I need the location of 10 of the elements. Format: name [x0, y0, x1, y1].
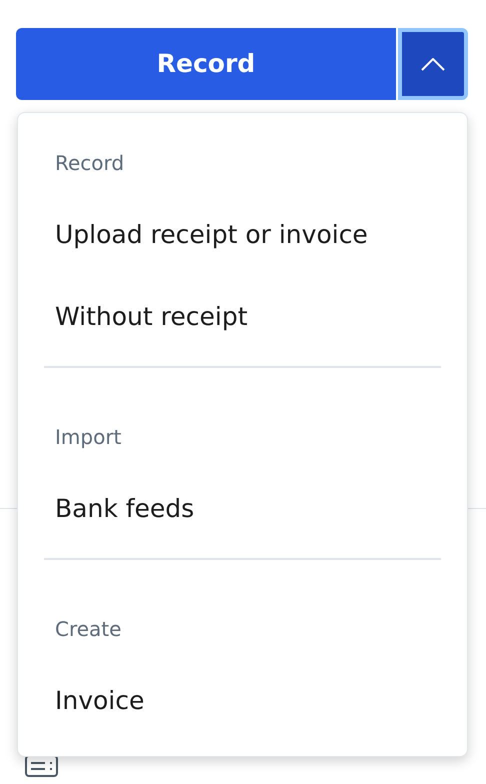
chevron-up-icon	[421, 58, 445, 70]
section-header: Create	[55, 616, 122, 643]
section-header: Record	[55, 150, 124, 177]
menu-item[interactable]: Invoice	[18, 660, 467, 742]
menu-toggle-button[interactable]	[398, 28, 468, 100]
menu-item[interactable]: Bank feeds	[18, 468, 467, 550]
record-button[interactable]: Record	[16, 28, 396, 100]
menu-item[interactable]: Upload receipt or invoice	[18, 194, 467, 276]
menu-item[interactable]: Without receipt	[18, 276, 467, 358]
section-header: Import	[55, 424, 122, 451]
